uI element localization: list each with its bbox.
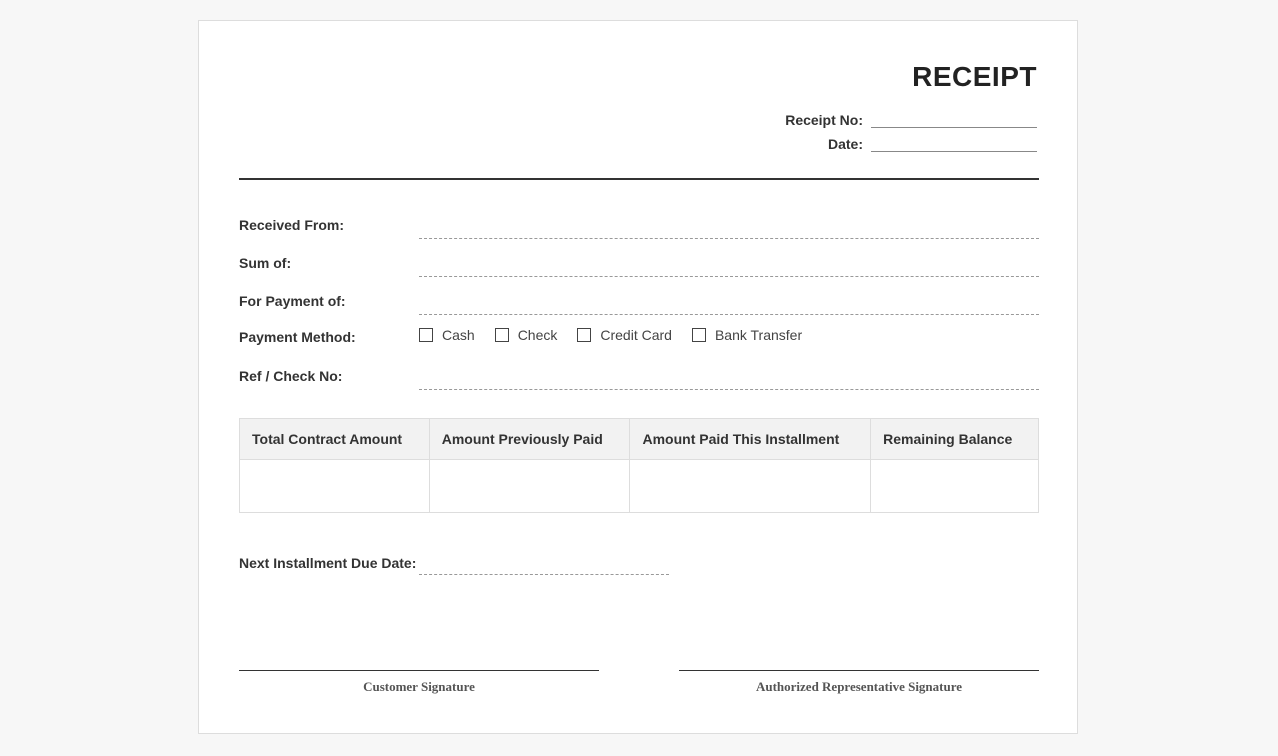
- representative-signature-block: Authorized Representative Signature: [679, 670, 1039, 695]
- next-installment-field[interactable]: [419, 574, 669, 575]
- payment-method-options: Cash Check Credit Card Bank Transfer: [419, 327, 822, 343]
- sum-of-row: Sum of:: [239, 253, 1039, 277]
- representative-signature-label: Authorized Representative Signature: [755, 679, 963, 694]
- for-payment-label: For Payment of:: [239, 293, 346, 309]
- received-from-label: Received From:: [239, 217, 345, 233]
- payment-table: Total Contract Amount Amount Previously …: [239, 418, 1039, 513]
- receipt-no-label: Receipt No:: [785, 112, 863, 128]
- ref-check-field[interactable]: [419, 389, 1039, 390]
- customer-signature-line[interactable]: [239, 670, 599, 671]
- method-option-cash[interactable]: Cash: [419, 327, 475, 343]
- payment-method-row: Payment Method: Cash Check Credit Card B…: [239, 327, 1039, 351]
- method-option-check[interactable]: Check: [494, 327, 558, 343]
- check-checkbox[interactable]: [494, 328, 509, 342]
- sum-of-label: Sum of:: [239, 255, 292, 271]
- received-from-row: Received From:: [239, 215, 1039, 239]
- header-total-contract: Total Contract Amount: [239, 418, 430, 460]
- header-previously-paid: Amount Previously Paid: [428, 418, 631, 460]
- header-divider: [239, 178, 1039, 180]
- date-field[interactable]: [871, 137, 1037, 152]
- table-row: [239, 459, 1039, 513]
- next-installment-row: Next Installment Due Date:: [239, 555, 669, 575]
- received-from-field[interactable]: [419, 238, 1039, 239]
- credit-card-checkbox[interactable]: [577, 328, 592, 342]
- bank-transfer-label: Bank Transfer: [714, 327, 803, 343]
- ref-check-row: Ref / Check No:: [239, 366, 1039, 390]
- cell-total-contract[interactable]: [239, 459, 430, 513]
- payment-method-label: Payment Method:: [239, 329, 356, 345]
- date-label: Date:: [827, 136, 863, 152]
- ref-check-label: Ref / Check No:: [239, 368, 343, 384]
- header-remaining-balance: Remaining Balance: [870, 418, 1039, 460]
- next-installment-label: Next Installment Due Date:: [239, 555, 417, 571]
- bank-transfer-checkbox[interactable]: [691, 328, 706, 342]
- cell-paid-installment[interactable]: [629, 459, 872, 513]
- check-label: Check: [517, 327, 558, 343]
- credit-card-label: Credit Card: [600, 327, 672, 343]
- method-option-credit-card[interactable]: Credit Card: [577, 327, 672, 343]
- cell-remaining-balance[interactable]: [870, 459, 1039, 513]
- receipt-title: RECEIPT: [912, 61, 1037, 92]
- for-payment-field[interactable]: [419, 314, 1039, 315]
- date-row: Date:: [828, 136, 1037, 152]
- cell-previously-paid[interactable]: [428, 459, 631, 513]
- method-option-bank-transfer[interactable]: Bank Transfer: [691, 327, 803, 343]
- cash-label: Cash: [442, 327, 475, 343]
- receipt-no-row: Receipt No:: [785, 112, 1037, 128]
- sum-of-field[interactable]: [419, 276, 1039, 277]
- customer-signature-label: Customer Signature: [363, 679, 475, 694]
- table-header-row: Total Contract Amount Amount Previously …: [239, 418, 1039, 460]
- header-paid-installment: Amount Paid This Installment: [629, 418, 872, 460]
- receipt-sheet: RECEIPT Receipt No: Date: Received From:…: [198, 20, 1078, 734]
- cash-checkbox[interactable]: [419, 328, 433, 342]
- customer-signature-block: Customer Signature: [239, 670, 599, 695]
- representative-signature-line[interactable]: [679, 670, 1039, 671]
- for-payment-row: For Payment of:: [239, 291, 1039, 315]
- receipt-no-field[interactable]: [871, 113, 1037, 128]
